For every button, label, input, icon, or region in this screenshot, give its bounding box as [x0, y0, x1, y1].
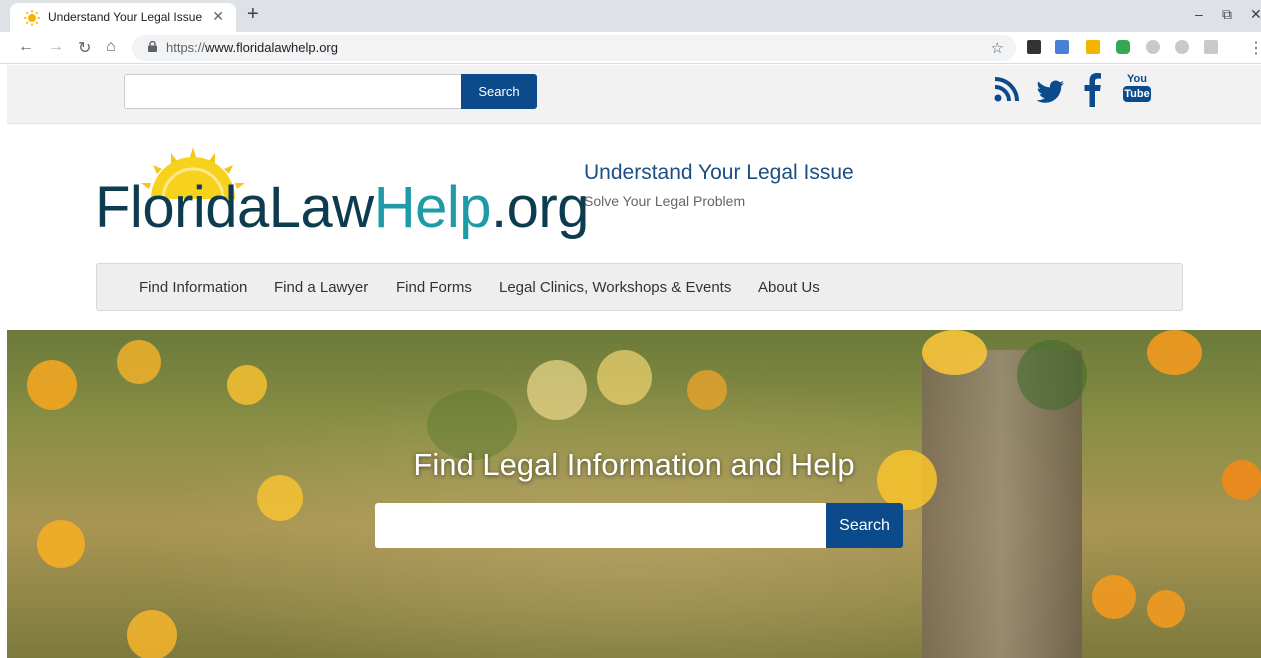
facebook-icon[interactable]	[1082, 73, 1102, 107]
back-icon[interactable]: ←	[18, 38, 34, 56]
orange-fruit	[597, 350, 652, 405]
tab-title: Understand Your Legal Issue	[48, 10, 203, 24]
tagline-title: Understand Your Legal Issue	[584, 161, 854, 184]
lock-icon	[148, 41, 157, 52]
youtube-you-text: You	[1127, 73, 1147, 85]
nav-find-forms[interactable]: Find Forms	[396, 279, 472, 296]
youtube-tube-text: Tube	[1123, 86, 1151, 102]
orange-fruit	[27, 360, 77, 410]
orange-fruit	[922, 330, 987, 375]
orange-fruit	[687, 370, 727, 410]
page: Search You Tube FloridaLawHelp.org Under…	[7, 65, 1261, 658]
gray-extension-icon[interactable]	[1146, 40, 1160, 54]
address-bar[interactable]: https://www.floridalawhelp.org ☆	[132, 35, 1016, 61]
bookmark-star-icon[interactable]: ☆	[991, 39, 1004, 57]
browser-menu-icon[interactable]: ⋮	[1248, 38, 1261, 58]
main-nav: Find Information Find a Lawyer Find Form…	[96, 263, 1183, 311]
home-icon[interactable]: ⌂	[106, 38, 116, 56]
browser-tab[interactable]: Understand Your Legal Issue ✕	[10, 3, 236, 32]
orange-fruit	[527, 360, 587, 420]
hero-banner: Find Legal Information and Help Search	[7, 330, 1261, 658]
top-search-input[interactable]	[124, 74, 462, 109]
forward-icon[interactable]: →	[48, 38, 64, 56]
twitter-icon[interactable]	[1034, 73, 1066, 107]
url-text: https://www.floridalawhelp.org	[166, 40, 338, 55]
nav-about-us[interactable]: About Us	[758, 279, 820, 296]
restore-icon[interactable]: ⧉	[1222, 6, 1232, 23]
leaf-cluster	[1017, 340, 1087, 410]
sun-favicon-icon	[24, 10, 40, 26]
hero-search-input[interactable]	[375, 503, 827, 548]
reload-icon[interactable]: ↻	[78, 38, 91, 58]
hero-search-button[interactable]: Search	[826, 503, 903, 548]
green-extension-icon[interactable]	[1116, 40, 1130, 54]
orange-fruit	[117, 340, 161, 384]
gray-extension-icon-2[interactable]	[1175, 40, 1189, 54]
orange-fruit	[37, 520, 85, 568]
nav-legal-clinics[interactable]: Legal Clinics, Workshops & Events	[499, 279, 731, 296]
new-tab-button[interactable]: +	[247, 3, 259, 26]
minimize-icon[interactable]: ‒	[1195, 6, 1203, 22]
rss-icon[interactable]	[992, 73, 1020, 107]
hero-title: Find Legal Information and Help	[413, 447, 855, 482]
logo-wordmark: FloridaLawHelp.org	[95, 173, 589, 243]
tagline-subtitle: Solve Your Legal Problem	[584, 193, 746, 209]
logo-part-floridalaw: FloridaLaw	[95, 175, 374, 240]
orange-fruit	[1092, 575, 1136, 619]
gray-extension-icon-3[interactable]	[1204, 40, 1218, 54]
nav-find-information[interactable]: Find Information	[139, 279, 247, 296]
orange-fruit	[1147, 330, 1202, 375]
logo-part-help: Help	[373, 175, 492, 240]
browser-toolbar: ← → ↻ ⌂ https://www.floridalawhelp.org ☆…	[0, 32, 1261, 64]
site-logo[interactable]: FloridaLawHelp.org	[95, 147, 589, 247]
tab-close-icon[interactable]: ✕	[212, 8, 224, 25]
logo-part-org: .org	[490, 175, 589, 240]
translate-extension-icon[interactable]	[1055, 40, 1069, 54]
r-extension-icon[interactable]	[1027, 40, 1041, 54]
top-search-button[interactable]: Search	[461, 74, 537, 109]
orange-fruit	[227, 365, 267, 405]
orange-fruit	[1147, 590, 1185, 628]
orange-fruit	[127, 610, 177, 658]
nav-find-a-lawyer[interactable]: Find a Lawyer	[274, 279, 368, 296]
yellow-extension-icon[interactable]	[1086, 40, 1100, 54]
window-close-icon[interactable]: ✕	[1250, 6, 1261, 23]
youtube-icon[interactable]: You Tube	[1123, 73, 1151, 107]
browser-tab-bar: Understand Your Legal Issue ✕ + ‒ ⧉ ✕	[0, 0, 1261, 32]
top-bar: Search You Tube	[7, 65, 1261, 124]
